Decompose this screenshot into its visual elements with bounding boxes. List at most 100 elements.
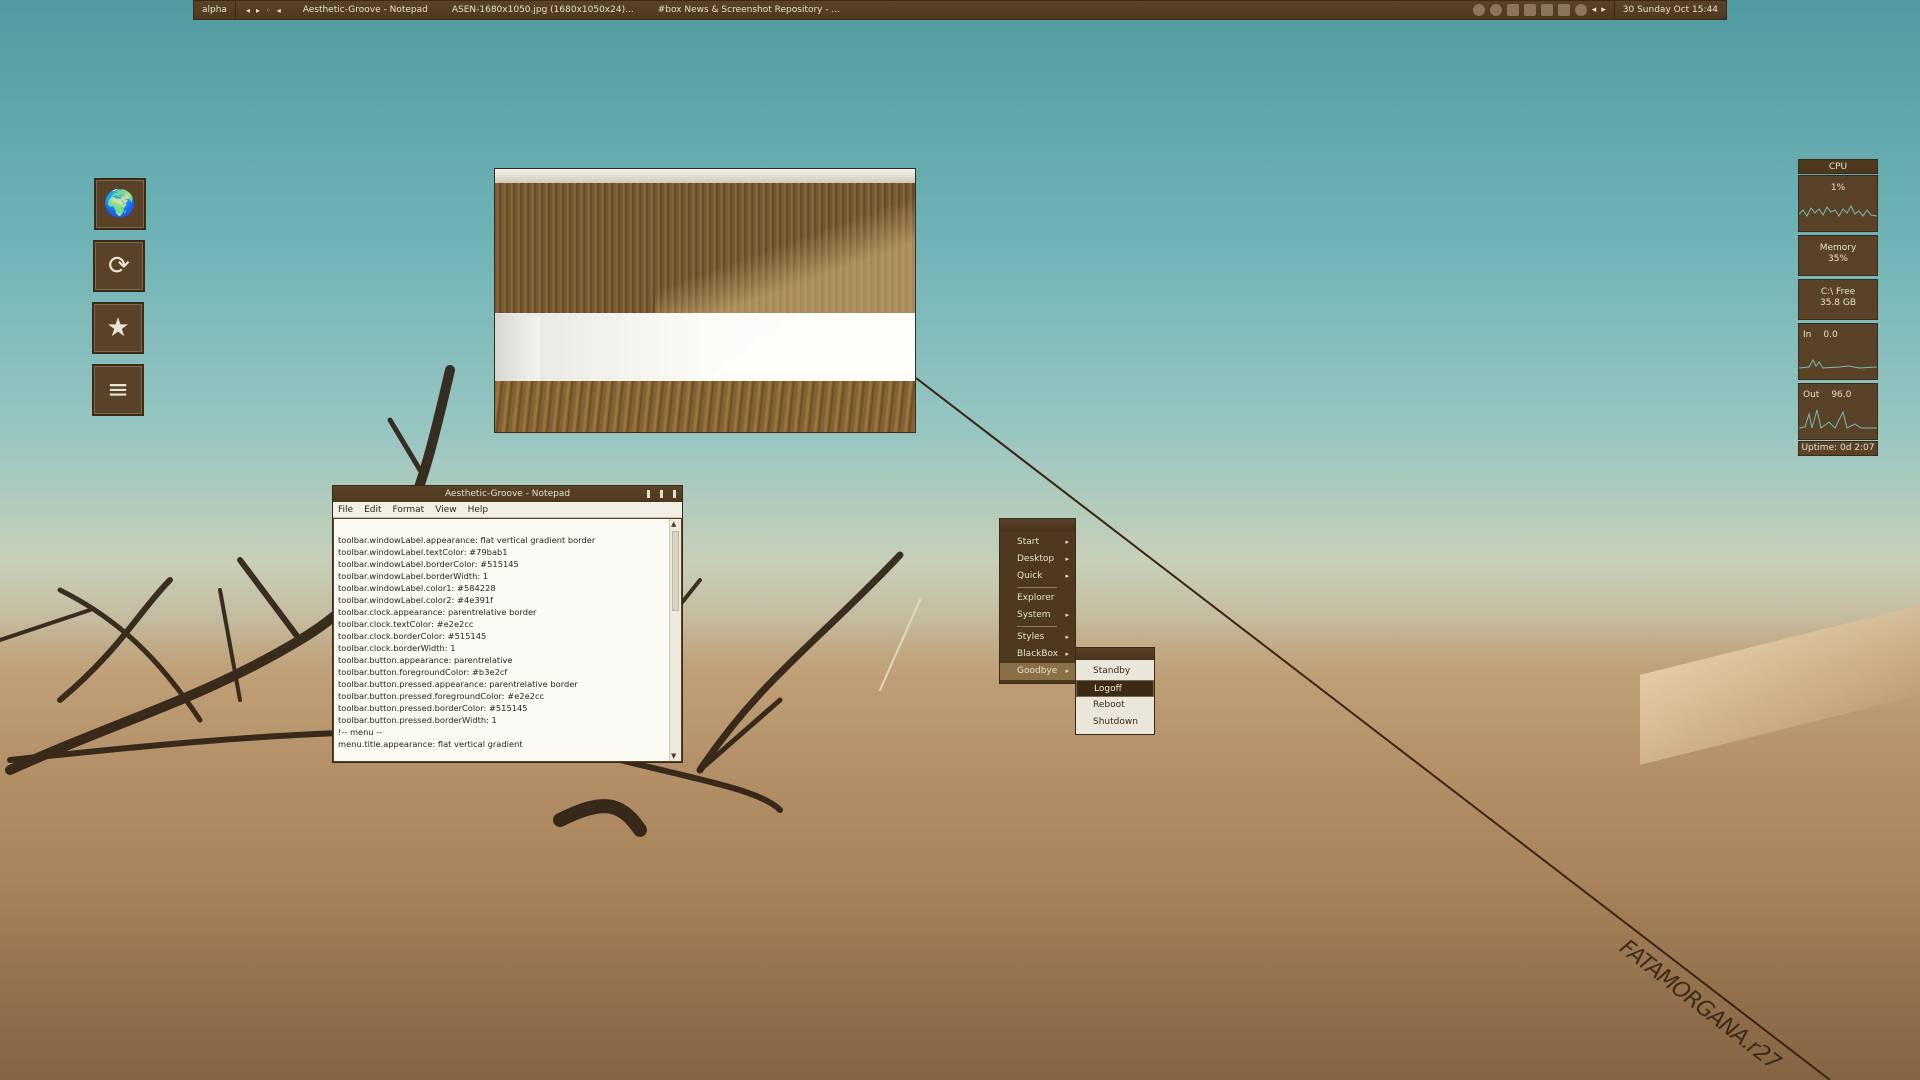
menu-item-styles[interactable]: Styles ▸ (1000, 629, 1075, 646)
menu-item-blackbox[interactable]: BlackBox ▸ (1000, 646, 1075, 663)
cpu-panel: 1% (1798, 175, 1878, 232)
net-in-row: In 0.0 (1799, 324, 1877, 340)
next-workspace-button[interactable]: ▸ (256, 6, 260, 15)
task-image-viewer[interactable]: ASEN-1680x1050.jpg (1680x1050x24)... (440, 5, 646, 15)
scroll-down-icon[interactable]: ▼ (671, 752, 676, 760)
text-line: toolbar.clock.borderWidth: 1 (338, 643, 456, 653)
workspace-label[interactable]: alpha (194, 1, 236, 19)
submenu-arrow-icon: ▸ (1065, 555, 1069, 563)
text-line: toolbar.clock.appearance: parentrelative… (338, 607, 537, 617)
cpu-value: 1% (1830, 183, 1846, 193)
menu-item-standby[interactable]: Standby (1076, 663, 1154, 680)
disk-label: C:\ Free (1820, 287, 1856, 297)
menu-item-goodbye[interactable]: Goodbye ▸ (1000, 663, 1075, 680)
globe-icon[interactable] (1472, 4, 1485, 16)
menu-format[interactable]: Format (393, 505, 425, 515)
notepad-titlebar[interactable]: Aesthetic-Groove - Notepad (333, 486, 682, 502)
submenu-arrow-icon: ▸ (1065, 538, 1069, 546)
root-menu-title (1000, 519, 1075, 531)
text-line: toolbar.button.pressed.borderWidth: 1 (338, 715, 497, 725)
menu-item-reboot[interactable]: Reboot (1076, 697, 1154, 714)
toggle-button[interactable]: ◦ (266, 6, 271, 15)
scroll-thumb[interactable] (672, 531, 679, 611)
room-wood-floor (495, 381, 915, 432)
refresh-icon[interactable] (1574, 4, 1587, 16)
text-line: menu.title.appearance: flat vertical gra… (338, 739, 523, 749)
menu-item-label: Styles (1017, 632, 1045, 642)
menu-item-label: Start (1017, 537, 1039, 547)
task-browser[interactable]: #box News & Screenshot Repository - ... (646, 5, 852, 15)
text-line: toolbar.windowLabel.borderColor: #515145 (338, 559, 519, 569)
scroll-up-icon[interactable]: ▲ (671, 520, 676, 528)
maximize-button[interactable] (660, 490, 663, 498)
notepad-scrollbar[interactable]: ▲ ▼ (669, 519, 681, 761)
speaker-icon[interactable] (1557, 4, 1570, 16)
image-viewer-preview[interactable] (494, 168, 916, 433)
task-notepad[interactable]: Aesthetic-Groove - Notepad (291, 5, 440, 15)
memory-label: Memory (1819, 243, 1857, 253)
prev-workspace-button[interactable]: ◂ (246, 6, 250, 15)
text-line: toolbar.button.pressed.appearance: paren… (338, 679, 578, 689)
desktop-shortcut-sync[interactable]: ⟳ (93, 240, 145, 292)
menu-item-logoff[interactable]: Logoff (1076, 680, 1154, 697)
text-line: toolbar.button.foregroundColor: #b3e2cf (338, 667, 508, 677)
text-line: toolbar.windowLabel.textColor: #79bab1 (338, 547, 508, 557)
menu-item-desktop[interactable]: Desktop ▸ (1000, 551, 1075, 568)
net-out-graph (1799, 409, 1877, 429)
goodbye-submenu: Standby Logoff Reboot Shutdown (1075, 647, 1155, 735)
submenu-arrow-icon: ▸ (1065, 650, 1069, 658)
chart-icon[interactable] (1540, 4, 1553, 16)
submenu-arrow-icon: ▸ (1065, 572, 1069, 580)
network-icon[interactable] (1506, 4, 1519, 16)
text-line: toolbar.button.pressed.borderColor: #515… (338, 703, 528, 713)
submenu-arrow-icon: ▸ (1065, 667, 1069, 675)
menu-separator (1017, 626, 1057, 627)
text-line: !-- menu -- (338, 727, 383, 737)
drop-icon[interactable] (1489, 4, 1502, 16)
menu-edit[interactable]: Edit (364, 505, 381, 515)
net-out-value: 96.0 (1831, 390, 1852, 400)
net-out-label: Out (1803, 390, 1820, 400)
notepad-editor[interactable]: toolbar.windowLabel.appearance: flat ver… (334, 519, 681, 761)
menu-item-label: System (1017, 610, 1051, 620)
menu-item-quick[interactable]: Quick ▸ (1000, 568, 1075, 585)
notepad-menubar: File Edit Format View Help (333, 502, 682, 518)
prev-window-button[interactable]: ◂ (277, 6, 281, 15)
text-line: toolbar.windowLabel.color1: #584228 (338, 583, 496, 593)
menu-help[interactable]: Help (468, 505, 489, 515)
notepad-text[interactable]: toolbar.windowLabel.appearance: flat ver… (338, 522, 667, 759)
favorites-icon: ★ (106, 313, 130, 343)
menu-item-label: Desktop (1017, 554, 1055, 564)
menu-item-start[interactable]: Start ▸ (1000, 534, 1075, 551)
toolbar-clock[interactable]: 30 Sunday Oct 15:44 (1613, 1, 1726, 19)
disk-value: 35.8 GB (1819, 298, 1857, 308)
menu-view[interactable]: View (435, 505, 456, 515)
net-in-label: In (1803, 330, 1812, 340)
menu-item-label: Quick (1017, 571, 1043, 581)
tray-next-button[interactable]: ▸ (1601, 5, 1606, 15)
window-controls (647, 486, 676, 498)
text-line: toolbar.windowLabel.appearance: flat ver… (338, 535, 596, 545)
bars-icon[interactable] (1523, 4, 1536, 16)
menu-item-system[interactable]: System ▸ (1000, 607, 1075, 624)
close-button[interactable] (673, 490, 676, 498)
net-in-value: 0.0 (1823, 330, 1838, 340)
desktop-shortcut-document[interactable]: ≡ (92, 364, 144, 416)
tray-prev-button[interactable]: ◂ (1592, 5, 1597, 15)
menu-item-shutdown[interactable]: Shutdown (1076, 714, 1154, 731)
minimize-button[interactable] (647, 490, 650, 498)
desert-sand (0, 620, 1920, 1080)
root-menu: Start ▸ Desktop ▸ Quick ▸ Explorer System ▸ … (999, 518, 1076, 684)
net-in-panel: In 0.0 (1798, 323, 1878, 380)
desktop-shortcut-favorites[interactable]: ★ (92, 302, 144, 354)
net-out-panel: Out 96.0 (1798, 383, 1878, 440)
notepad-window[interactable]: Aesthetic-Groove - Notepad File Edit For… (332, 485, 683, 763)
net-out-row: Out 96.0 (1799, 384, 1877, 400)
desktop-shortcut-globe[interactable]: 🌍 (94, 178, 146, 230)
menu-item-explorer[interactable]: Explorer (1000, 590, 1075, 607)
text-line: toolbar.windowLabel.color2: #4e391f (338, 595, 494, 605)
text-line: toolbar.windowLabel.borderWidth: 1 (338, 571, 489, 581)
disk-panel: C:\ Free 35.8 GB (1798, 279, 1878, 320)
menu-file[interactable]: File (338, 505, 353, 515)
menu-item-label: Explorer (1017, 593, 1055, 603)
